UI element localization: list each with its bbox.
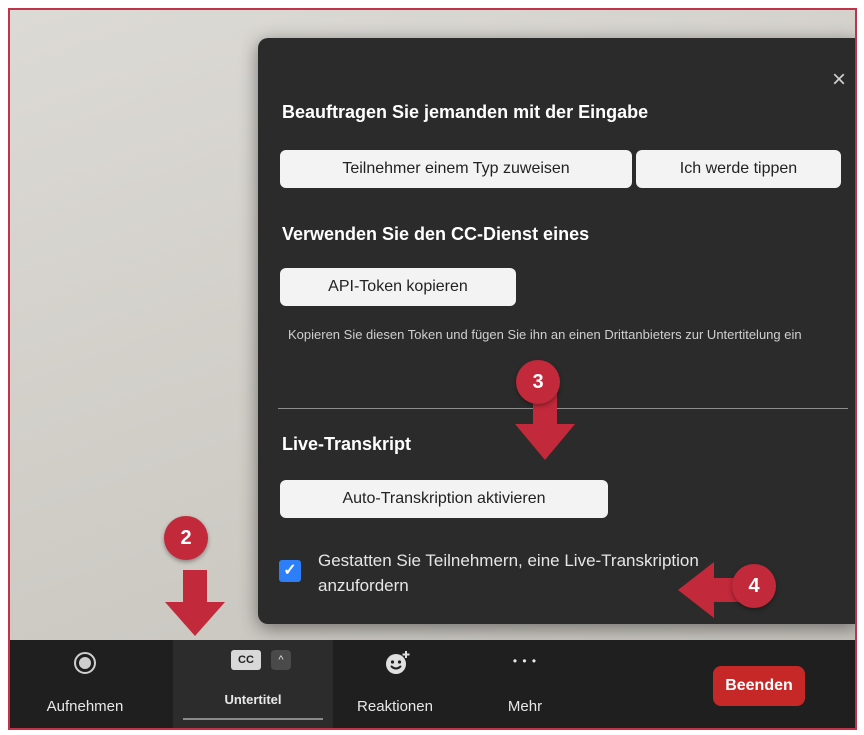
meeting-toolbar: Aufnehmen CC ^ Untertitel Reaktionen • •… (10, 640, 855, 728)
close-icon[interactable]: × (832, 68, 846, 92)
api-token-note: Kopieren Sie diesen Token und fügen Sie … (288, 327, 802, 342)
assign-participant-button[interactable]: Teilnehmer einem Typ zuweisen (280, 150, 632, 188)
arrow-down-icon (165, 570, 225, 636)
captions-button[interactable]: CC ^ Untertitel (173, 640, 333, 728)
checkmark-icon: ✓ (283, 562, 297, 579)
cc-service-heading: Verwenden Sie den CC-Dienst eines (282, 224, 590, 244)
step-3-badge: 3 (516, 360, 560, 404)
reactions-label: Reaktionen (357, 698, 433, 715)
end-meeting-button[interactable]: Beenden (713, 666, 805, 706)
copy-api-token-button[interactable]: API-Token kopieren (280, 268, 516, 306)
record-label: Aufnehmen (46, 698, 124, 715)
cc-icon: CC (231, 650, 261, 670)
allow-transcription-checkbox[interactable]: ✓ (279, 560, 301, 582)
captions-panel: × Beauftragen Sie jemanden mit der Einga… (258, 38, 855, 624)
step-4-badge: 4 (732, 564, 776, 608)
step-2-badge: 2 (164, 516, 208, 560)
live-transcript-heading: Live-Transkript (282, 434, 412, 454)
i-will-type-button[interactable]: Ich werde tippen (636, 150, 841, 188)
more-label: Mehr (507, 698, 543, 715)
active-indicator (183, 718, 323, 720)
record-button[interactable]: Aufnehmen (30, 640, 140, 728)
enable-auto-transcription-button[interactable]: Auto-Transkription aktivieren (280, 480, 608, 518)
screenshot-frame: × Beauftragen Sie jemanden mit der Einga… (8, 8, 857, 730)
reactions-button[interactable]: Reaktionen (335, 640, 455, 728)
record-icon (74, 652, 96, 674)
captions-label: Untertitel (224, 692, 282, 707)
emoji-add-icon (386, 651, 410, 674)
assign-heading: Beauftragen Sie jemanden mit der Eingabe (282, 102, 649, 122)
more-button[interactable]: • • • Mehr (480, 640, 570, 728)
more-icon: • • • (512, 654, 538, 668)
chevron-up-icon[interactable]: ^ (271, 650, 291, 670)
